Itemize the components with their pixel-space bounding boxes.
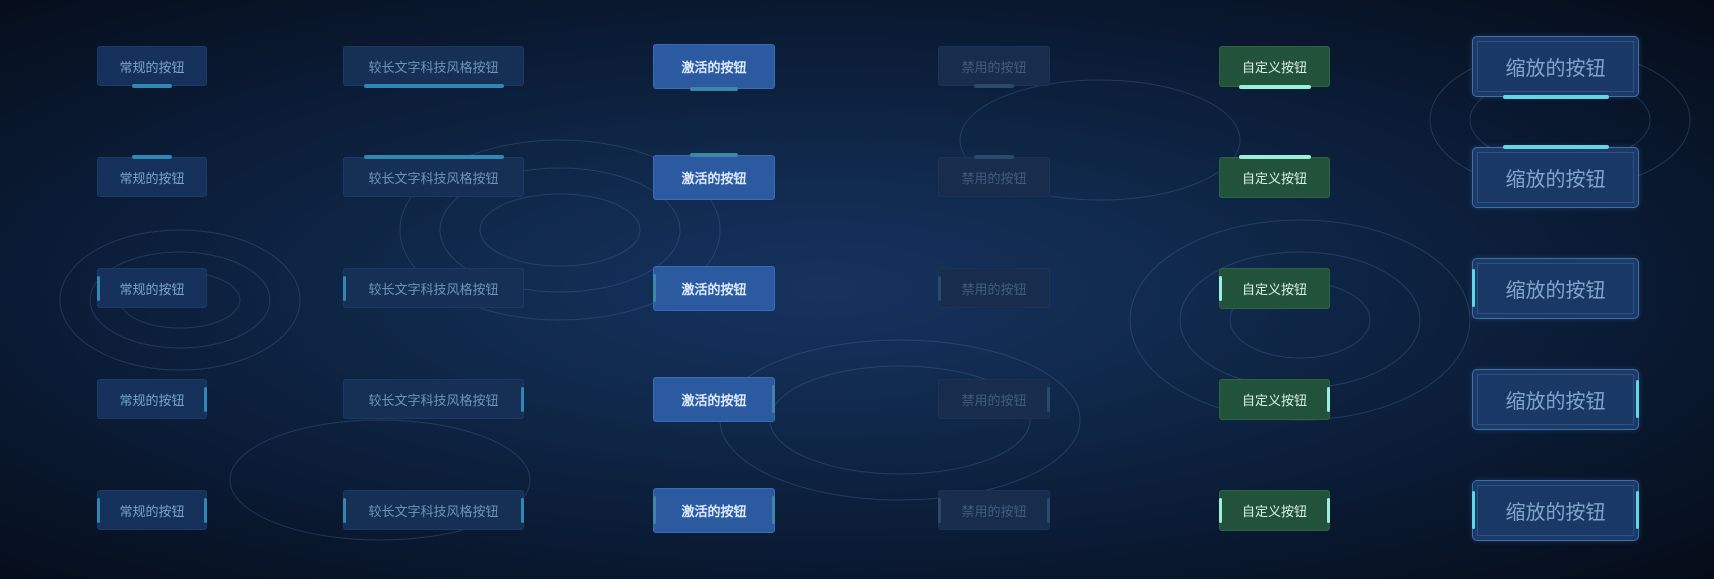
left-indicator-bar xyxy=(1472,491,1475,529)
disabled-button-top: 禁用的按钮 xyxy=(938,155,1050,197)
left-indicator-bar xyxy=(1219,275,1222,301)
top-indicator-bar xyxy=(363,155,504,159)
right-indicator-bar xyxy=(1636,491,1639,529)
right-indicator-bar xyxy=(1327,386,1330,412)
disabled-button-bottom: 禁用的按钮 xyxy=(938,46,1050,88)
scale-button-right[interactable]: 缩放的按钮 xyxy=(1472,368,1639,430)
bottom-indicator-bar xyxy=(690,86,738,91)
left-indicator-bar xyxy=(343,497,346,523)
normal-button-left-right[interactable]: 常规的按钮 xyxy=(97,490,207,530)
normal-button-right[interactable]: 常规的按钮 xyxy=(97,379,207,419)
long-button-label: 较长文字科技风格按钮 xyxy=(368,171,499,187)
custom-button-right[interactable]: 自定义按钮 xyxy=(1219,378,1330,420)
top-indicator-bar xyxy=(1502,144,1609,149)
custom-button-label: 自定义按钮 xyxy=(1241,60,1307,76)
left-indicator-bar xyxy=(938,275,941,301)
scale-button-label: 缩放的按钮 xyxy=(1505,55,1606,80)
top-indicator-bar xyxy=(132,155,172,159)
left-indicator-bar xyxy=(97,497,100,523)
long-button-label: 较长文字科技风格按钮 xyxy=(368,60,499,76)
custom-button-label: 自定义按钮 xyxy=(1241,282,1307,298)
active-button-label: 激活的按钮 xyxy=(681,504,747,520)
custom-button-label: 自定义按钮 xyxy=(1241,504,1307,520)
normal-button-top[interactable]: 常规的按钮 xyxy=(97,155,207,197)
custom-button-label: 自定义按钮 xyxy=(1241,171,1307,187)
left-indicator-bar xyxy=(653,496,656,524)
custom-button-top[interactable]: 自定义按钮 xyxy=(1219,154,1330,198)
long-button-label: 较长文字科技风格按钮 xyxy=(368,282,499,298)
top-indicator-bar xyxy=(690,152,738,157)
left-indicator-bar xyxy=(938,497,941,523)
scale-button-left-right[interactable]: 缩放的按钮 xyxy=(1472,479,1639,541)
left-indicator-bar xyxy=(1472,269,1475,307)
disabled-button-right: 禁用的按钮 xyxy=(938,379,1050,419)
active-button-label: 激活的按钮 xyxy=(681,393,747,409)
scale-button-label: 缩放的按钮 xyxy=(1505,166,1606,191)
active-button-top[interactable]: 激活的按钮 xyxy=(653,152,775,200)
disabled-button-left: 禁用的按钮 xyxy=(938,268,1050,308)
scale-button-label: 缩放的按钮 xyxy=(1505,388,1606,413)
disabled-button-label: 禁用的按钮 xyxy=(961,171,1027,187)
active-button-label: 激活的按钮 xyxy=(681,60,747,76)
normal-button-label: 常规的按钮 xyxy=(119,393,185,409)
long-button-left-right[interactable]: 较长文字科技风格按钮 xyxy=(343,490,524,530)
right-indicator-bar xyxy=(521,497,524,523)
left-indicator-bar xyxy=(343,275,346,301)
disabled-button-left-right: 禁用的按钮 xyxy=(938,490,1050,530)
active-button-right[interactable]: 激活的按钮 xyxy=(653,376,775,422)
scale-button-label: 缩放的按钮 xyxy=(1505,499,1606,524)
right-indicator-bar xyxy=(1047,386,1050,412)
active-button-bottom[interactable]: 激活的按钮 xyxy=(653,43,775,91)
right-indicator-bar xyxy=(1327,497,1330,523)
scale-button-left[interactable]: 缩放的按钮 xyxy=(1472,257,1639,319)
normal-button-left[interactable]: 常规的按钮 xyxy=(97,268,207,308)
disabled-button-label: 禁用的按钮 xyxy=(961,393,1027,409)
normal-button-label: 常规的按钮 xyxy=(119,60,185,76)
active-button-label: 激活的按钮 xyxy=(681,171,747,187)
right-indicator-bar xyxy=(521,386,524,412)
long-button-label: 较长文字科技风格按钮 xyxy=(368,393,499,409)
active-button-label: 激活的按钮 xyxy=(681,282,747,298)
scale-button-top[interactable]: 缩放的按钮 xyxy=(1472,144,1639,208)
bottom-indicator-bar xyxy=(132,84,172,88)
right-indicator-bar xyxy=(1047,497,1050,523)
custom-button-left[interactable]: 自定义按钮 xyxy=(1219,267,1330,309)
bottom-indicator-bar xyxy=(1502,94,1609,99)
long-button-label: 较长文字科技风格按钮 xyxy=(368,504,499,520)
long-button-right[interactable]: 较长文字科技风格按钮 xyxy=(343,379,524,419)
bottom-indicator-bar xyxy=(1238,84,1311,89)
normal-button-label: 常规的按钮 xyxy=(119,171,185,187)
long-button-top[interactable]: 较长文字科技风格按钮 xyxy=(343,155,524,197)
long-button-bottom[interactable]: 较长文字科技风格按钮 xyxy=(343,46,524,88)
scale-button-label: 缩放的按钮 xyxy=(1505,277,1606,302)
custom-button-label: 自定义按钮 xyxy=(1241,393,1307,409)
button-showcase: 常规的按钮 较长文字科技风格按钮 激活的按钮 禁用的按钮 自定义按钮 缩放的按钮 常规的按钮… xyxy=(0,0,1714,579)
disabled-button-label: 禁用的按钮 xyxy=(961,282,1027,298)
left-indicator-bar xyxy=(1219,497,1222,523)
normal-button-label: 常规的按钮 xyxy=(119,282,185,298)
bottom-indicator-bar xyxy=(363,84,504,88)
active-button-left-right[interactable]: 激活的按钮 xyxy=(653,487,775,533)
top-indicator-bar xyxy=(974,155,1014,159)
custom-button-left-right[interactable]: 自定义按钮 xyxy=(1219,489,1330,531)
scale-button-bottom[interactable]: 缩放的按钮 xyxy=(1472,35,1639,99)
left-indicator-bar xyxy=(97,275,100,301)
right-indicator-bar xyxy=(772,385,775,413)
disabled-button-label: 禁用的按钮 xyxy=(961,60,1027,76)
custom-button-bottom[interactable]: 自定义按钮 xyxy=(1219,45,1330,89)
normal-button-label: 常规的按钮 xyxy=(119,504,185,520)
long-button-left[interactable]: 较长文字科技风格按钮 xyxy=(343,268,524,308)
active-button-left[interactable]: 激活的按钮 xyxy=(653,265,775,311)
right-indicator-bar xyxy=(204,386,207,412)
normal-button-bottom[interactable]: 常规的按钮 xyxy=(97,46,207,88)
disabled-button-label: 禁用的按钮 xyxy=(961,504,1027,520)
bottom-indicator-bar xyxy=(974,84,1014,88)
right-indicator-bar xyxy=(772,496,775,524)
top-indicator-bar xyxy=(1238,154,1311,159)
right-indicator-bar xyxy=(204,497,207,523)
right-indicator-bar xyxy=(1636,380,1639,418)
left-indicator-bar xyxy=(653,274,656,302)
